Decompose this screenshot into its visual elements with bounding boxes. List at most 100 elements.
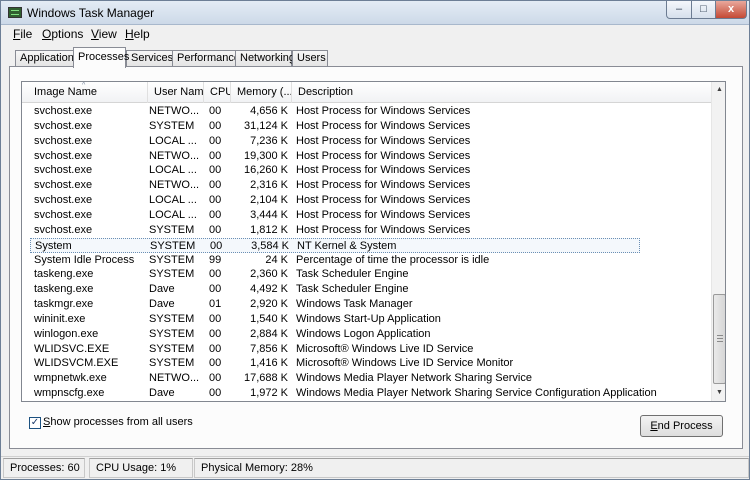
status-bar: Processes: 60 CPU Usage: 1% Physical Mem… [1,456,749,479]
cell-memory: 1,416 K [250,357,288,370]
cell-memory: 2,920 K [250,298,288,311]
column-description[interactable]: Description [292,82,712,103]
cell-description: Windows Logon Application [296,327,431,340]
cell-memory: 2,316 K [250,179,288,192]
cell-description: Task Scheduler Engine [296,283,409,296]
cell-memory: 2,884 K [250,327,288,340]
tab-strip: Applications Processes Services Performa… [1,47,749,68]
table-row[interactable]: svchost.exe NETWO... 00 2,316 K Host Process… [22,178,712,193]
cell-description: Host Process for Windows Services [296,149,471,162]
table-row[interactable]: wmpnscfg.exe Dave 00 1,972 K Windows Media P… [22,386,712,401]
table-row[interactable]: winlogon.exe SYSTEM 00 2,884 K Windows Logon… [22,327,712,342]
cell-cpu: 01 [209,298,222,311]
table-row[interactable]: WLIDSVCM.EXE SYSTEM 00 1,416 K Microsoft® Wi… [22,356,712,371]
table-row[interactable]: taskeng.exe Dave 00 4,492 K Task Scheduler E… [22,282,712,297]
menu-file[interactable]: File [13,27,32,41]
tab-networking[interactable]: Networking [235,50,295,67]
table-row[interactable]: svchost.exe LOCAL ... 00 16,260 K Host Proce… [22,163,712,178]
cell-memory: 19,300 K [243,149,288,162]
cell-memory: 2,360 K [250,268,288,281]
menu-view[interactable]: View [91,27,117,41]
column-image-name[interactable]: ^ Image Name [22,82,148,103]
status-cpu-usage: CPU Usage: 1% [89,458,193,478]
cell-user-name: SYSTEM [149,312,195,325]
table-row[interactable]: System SYSTEM 00 3,584 K NT Kernel & System [30,237,640,253]
cell-image-name: winlogon.exe [34,327,99,340]
cell-memory: 7,236 K [250,134,288,147]
cell-image-name: taskeng.exe [34,283,94,296]
maximize-button[interactable]: □ [691,1,716,19]
cell-user-name: NETWO... [149,372,200,385]
table-row[interactable]: taskmgr.exe Dave 01 2,920 K Windows Task Man… [22,297,712,312]
cell-cpu: 00 [209,357,222,370]
cell-description: Host Process for Windows Services [296,179,471,192]
cell-user-name: SYSTEM [149,268,195,281]
table-row[interactable]: wininit.exe SYSTEM 00 1,540 K Windows Start-… [22,312,712,327]
process-list[interactable]: ^ Image Name User Name CPU Memory (... D… [21,81,726,402]
title-bar[interactable]: Windows Task Manager ‒ □ x [1,1,749,25]
scroll-up-icon[interactable]: ▲ [712,82,725,98]
cell-memory: 3,584 K [251,239,289,252]
menu-options[interactable]: Options [42,27,83,41]
task-manager-icon [8,7,22,18]
cell-image-name: svchost.exe [34,223,93,236]
status-physical-memory: Physical Memory: 28% [194,458,749,478]
scroll-down-icon[interactable]: ▼ [712,385,725,401]
cell-user-name: NETWO... [149,149,200,162]
cell-image-name: svchost.exe [34,194,93,207]
cell-user-name: SYSTEM [149,253,195,266]
table-row[interactable]: svchost.exe SYSTEM 00 31,124 K Host Process … [22,119,712,134]
cell-memory: 4,492 K [250,283,288,296]
cell-image-name: svchost.exe [34,149,93,162]
cell-memory: 1,972 K [250,387,288,400]
tab-processes[interactable]: Processes [73,47,129,68]
table-row[interactable]: System Idle Process SYSTEM 99 24 K Percentag… [22,253,712,268]
cell-description: Windows Task Manager [296,298,413,311]
cell-user-name: Dave [149,298,175,311]
cell-cpu: 99 [209,253,222,266]
minimize-button[interactable]: ‒ [666,1,692,19]
end-process-button[interactable]: End Process [640,415,723,437]
cell-cpu: 00 [209,149,222,162]
cell-user-name: SYSTEM [149,342,195,355]
cell-cpu: 00 [209,194,222,207]
column-memory[interactable]: Memory (... [231,82,292,103]
cell-image-name: wininit.exe [34,312,86,325]
show-all-checkbox[interactable]: ✓ [29,417,41,429]
tab-services[interactable]: Services [126,50,173,67]
cell-description: Host Process for Windows Services [296,194,471,207]
table-row[interactable]: svchost.exe SYSTEM 00 1,812 K Host Process f… [22,223,712,238]
column-cpu[interactable]: CPU [204,82,231,103]
table-row[interactable]: svchost.exe NETWO... 00 4,656 K Host Process… [22,104,712,119]
table-row[interactable]: svchost.exe NETWO... 00 19,300 K Host Proces… [22,149,712,164]
cell-user-name: SYSTEM [149,119,195,132]
cell-memory: 2,104 K [250,194,288,207]
table-row[interactable]: taskeng.exe SYSTEM 00 2,360 K Task Scheduler… [22,267,712,282]
cell-memory: 1,540 K [250,312,288,325]
cell-cpu: 00 [209,223,222,236]
cell-description: Host Process for Windows Services [296,119,471,132]
cell-image-name: svchost.exe [34,105,93,117]
cell-description: Percentage of time the processor is idle [296,253,490,266]
cell-user-name: NETWO... [149,105,200,117]
scroll-thumb[interactable] [713,294,725,384]
menu-help[interactable]: Help [125,27,150,41]
cell-image-name: svchost.exe [34,208,93,221]
tab-performance[interactable]: Performance [172,50,240,67]
cell-memory: 7,856 K [250,342,288,355]
cell-memory: 3,444 K [250,208,288,221]
task-manager-window: Windows Task Manager ‒ □ x File Options … [0,0,750,480]
column-user-name[interactable]: User Name [148,82,204,103]
tab-applications[interactable]: Applications [15,50,79,67]
close-button[interactable]: x [715,1,747,19]
vertical-scrollbar[interactable]: ▲ ▼ [711,82,725,401]
tab-users[interactable]: Users [292,50,328,67]
table-row[interactable]: wmpnetwk.exe NETWO... 00 17,688 K Windows Me… [22,371,712,386]
table-row[interactable]: WLIDSVC.EXE SYSTEM 00 7,856 K Microsoft® Win… [22,342,712,357]
table-row[interactable]: svchost.exe LOCAL ... 00 2,104 K Host Proces… [22,193,712,208]
cell-cpu: 00 [209,164,222,177]
cell-memory: 31,124 K [243,119,288,132]
table-row[interactable]: svchost.exe LOCAL ... 00 3,444 K Host Proces… [22,208,712,223]
cell-user-name: LOCAL ... [149,208,197,221]
table-row[interactable]: svchost.exe LOCAL ... 00 7,236 K Host Proces… [22,134,712,149]
